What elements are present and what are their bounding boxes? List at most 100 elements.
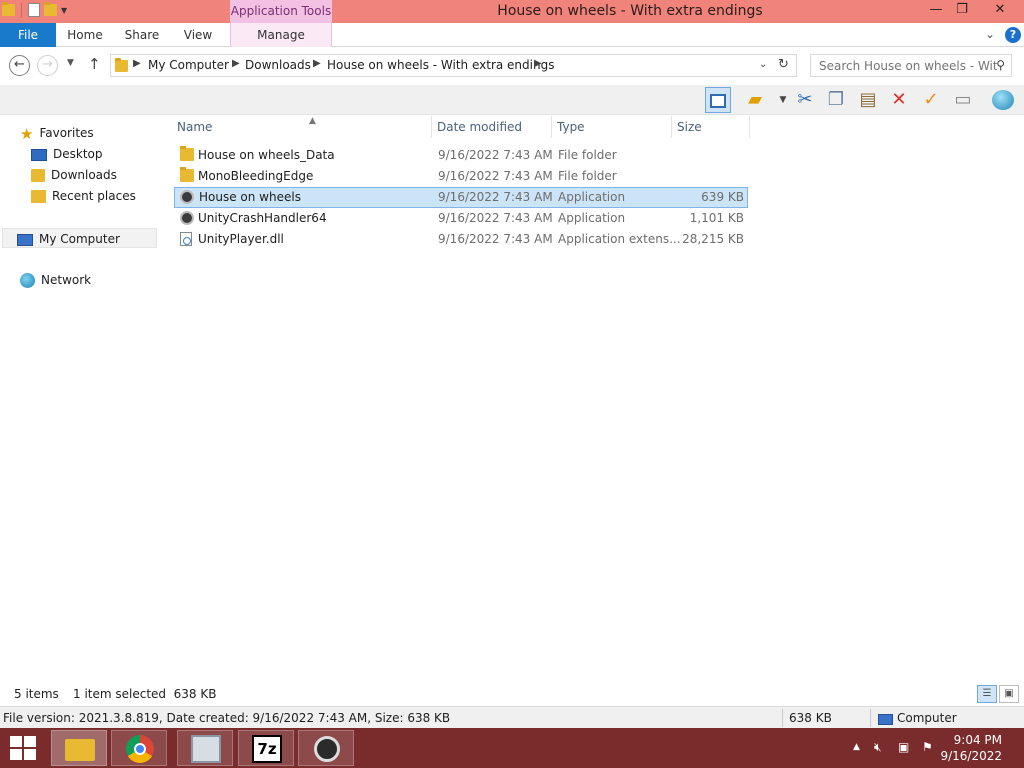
action-center-icon[interactable]: ⚑ <box>922 740 933 754</box>
file-row[interactable]: UnityCrashHandler64 9/16/2022 7:43 AM Ap… <box>174 208 748 229</box>
column-header-type[interactable]: Type <box>552 116 672 138</box>
details-view-button[interactable]: ☰ <box>977 685 997 703</box>
breadcrumb-current-folder[interactable]: House on wheels - With extra endings <box>327 58 554 72</box>
folder-icon <box>115 58 128 72</box>
network-status-icon[interactable]: ▣ <box>898 740 909 754</box>
nav-recent-places[interactable]: Recent places <box>31 186 136 206</box>
cut-icon[interactable]: ✂ <box>792 87 818 113</box>
column-header-size[interactable]: Size <box>672 116 750 138</box>
select-folder-icon[interactable]: ▰ <box>742 87 768 113</box>
address-bar[interactable]: ▶ My Computer ▶ Downloads ▶ House on whe… <box>110 54 797 77</box>
recent-locations-icon[interactable]: ▼ <box>67 58 74 68</box>
monitor-icon <box>191 735 221 763</box>
file-name: House on wheels <box>199 190 301 204</box>
file-name: House on wheels_Data <box>198 148 335 162</box>
minimize-button[interactable]: — <box>922 0 950 21</box>
nav-recent-places-label: Recent places <box>52 189 136 203</box>
start-button[interactable] <box>10 736 36 760</box>
location-label: Computer <box>897 711 957 725</box>
desktop-icon <box>31 148 47 161</box>
nav-my-computer[interactable]: My Computer <box>2 228 157 248</box>
taskbar-unity[interactable] <box>298 730 354 766</box>
file-row[interactable]: UnityPlayer.dll 9/16/2022 7:43 AM Applic… <box>174 229 748 250</box>
properties-icon[interactable]: ▭ <box>950 87 976 113</box>
nav-desktop[interactable]: Desktop <box>31 144 103 164</box>
rename-check-icon[interactable]: ✓ <box>918 87 944 113</box>
nav-downloads[interactable]: Downloads <box>31 165 117 185</box>
file-size: 639 KB <box>701 190 744 204</box>
windows-logo-icon <box>24 749 36 760</box>
file-date: 9/16/2022 7:43 AM <box>438 211 553 225</box>
maximize-button[interactable]: ❐ <box>948 0 976 21</box>
breadcrumb-separator-icon[interactable]: ▶ <box>313 58 321 69</box>
title-bar: ▼ Application Tools House on wheels - Wi… <box>0 0 1024 23</box>
breadcrumb-my-computer[interactable]: My Computer <box>148 58 229 72</box>
column-header-name[interactable]: ▲ Name <box>172 116 432 138</box>
search-input[interactable] <box>819 56 997 76</box>
taskbar-7zip[interactable]: 7z <box>238 730 294 766</box>
breadcrumb-separator-icon[interactable]: ▶ <box>133 58 141 69</box>
taskbar-task-manager[interactable] <box>177 730 233 766</box>
breadcrumb-separator-icon[interactable]: ▶ <box>534 58 542 69</box>
taskbar-chrome[interactable] <box>111 730 167 766</box>
tab-share[interactable]: Share <box>120 23 164 47</box>
properties-icon[interactable] <box>28 3 40 17</box>
clock-time: 9:04 PM <box>953 733 1002 747</box>
folder-icon[interactable] <box>2 2 15 16</box>
nav-network[interactable]: Network <box>20 270 91 290</box>
back-button[interactable]: ← <box>9 55 30 76</box>
unity-app-icon <box>180 211 194 225</box>
tab-home[interactable]: Home <box>62 23 108 47</box>
tab-manage[interactable]: Manage <box>230 23 332 47</box>
toolbar: ▰ ▼ ✂ ❐ ▤ ✕ ✓ ▭ <box>0 85 1024 115</box>
tab-file[interactable]: File <box>0 23 56 47</box>
paste-icon[interactable]: ▤ <box>855 87 881 113</box>
file-date: 9/16/2022 7:43 AM <box>438 148 553 162</box>
nav-favorites[interactable]: ★ Favorites <box>20 123 94 143</box>
address-history-icon[interactable]: ⌄ <box>759 59 767 70</box>
file-details: File version: 2021.3.8.819, Date created… <box>3 711 451 725</box>
breadcrumb-separator-icon[interactable]: ▶ <box>232 58 240 69</box>
file-type: Application <box>558 190 626 204</box>
preview-pane-icon[interactable] <box>705 87 731 113</box>
file-row[interactable]: MonoBleedingEdge 9/16/2022 7:43 AM File … <box>174 166 748 187</box>
dll-file-icon <box>180 232 192 246</box>
file-size: 28,215 KB <box>682 232 744 246</box>
windows-logo-icon <box>10 736 22 747</box>
clock-date: 9/16/2022 <box>940 749 1002 763</box>
divider <box>782 709 783 727</box>
copy-icon[interactable]: ❐ <box>823 87 849 113</box>
help-icon[interactable]: ? <box>1005 27 1021 43</box>
unity-app-icon <box>180 190 194 204</box>
forward-button[interactable]: → <box>37 55 58 76</box>
column-header-date[interactable]: Date modified <box>432 116 552 138</box>
search-icon[interactable]: ⚲ <box>996 58 1005 72</box>
file-row-selected[interactable]: House on wheels 9/16/2022 7:43 AM Applic… <box>174 187 748 208</box>
file-date: 9/16/2022 7:43 AM <box>438 190 553 204</box>
clock[interactable]: 9:04 PM 9/16/2022 <box>940 732 1002 764</box>
nav-downloads-label: Downloads <box>51 168 117 182</box>
tab-view[interactable]: View <box>178 23 218 47</box>
globe-icon[interactable] <box>990 87 1016 113</box>
customize-quick-access-icon[interactable]: ▼ <box>61 6 67 15</box>
file-size: 1,101 KB <box>689 211 744 225</box>
show-hidden-icons[interactable]: ▲ <box>853 742 860 752</box>
refresh-icon[interactable]: ↻ <box>778 57 789 72</box>
volume-muted-icon[interactable]: 🔇︎ <box>874 740 882 755</box>
breadcrumb-downloads[interactable]: Downloads <box>245 58 311 72</box>
nav-desktop-label: Desktop <box>53 147 103 161</box>
file-type: File folder <box>558 148 617 162</box>
taskbar-file-explorer[interactable] <box>51 730 107 766</box>
application-tools-context-tab: Application Tools <box>230 0 332 23</box>
close-button[interactable]: ✕ <box>982 0 1018 21</box>
file-name: UnityCrashHandler64 <box>198 211 327 225</box>
windows-logo-icon <box>10 749 22 760</box>
large-icons-view-button[interactable]: ▣ <box>999 685 1019 703</box>
downloads-icon <box>31 169 45 182</box>
ribbon-tabs: File Home Share View Manage ⌄ ? <box>0 23 1024 47</box>
expand-ribbon-icon[interactable]: ⌄ <box>985 27 995 41</box>
up-button[interactable]: ↑ <box>88 55 101 73</box>
new-folder-icon[interactable] <box>44 2 57 16</box>
file-row[interactable]: House on wheels_Data 9/16/2022 7:43 AM F… <box>174 145 748 166</box>
delete-icon[interactable]: ✕ <box>886 87 912 113</box>
